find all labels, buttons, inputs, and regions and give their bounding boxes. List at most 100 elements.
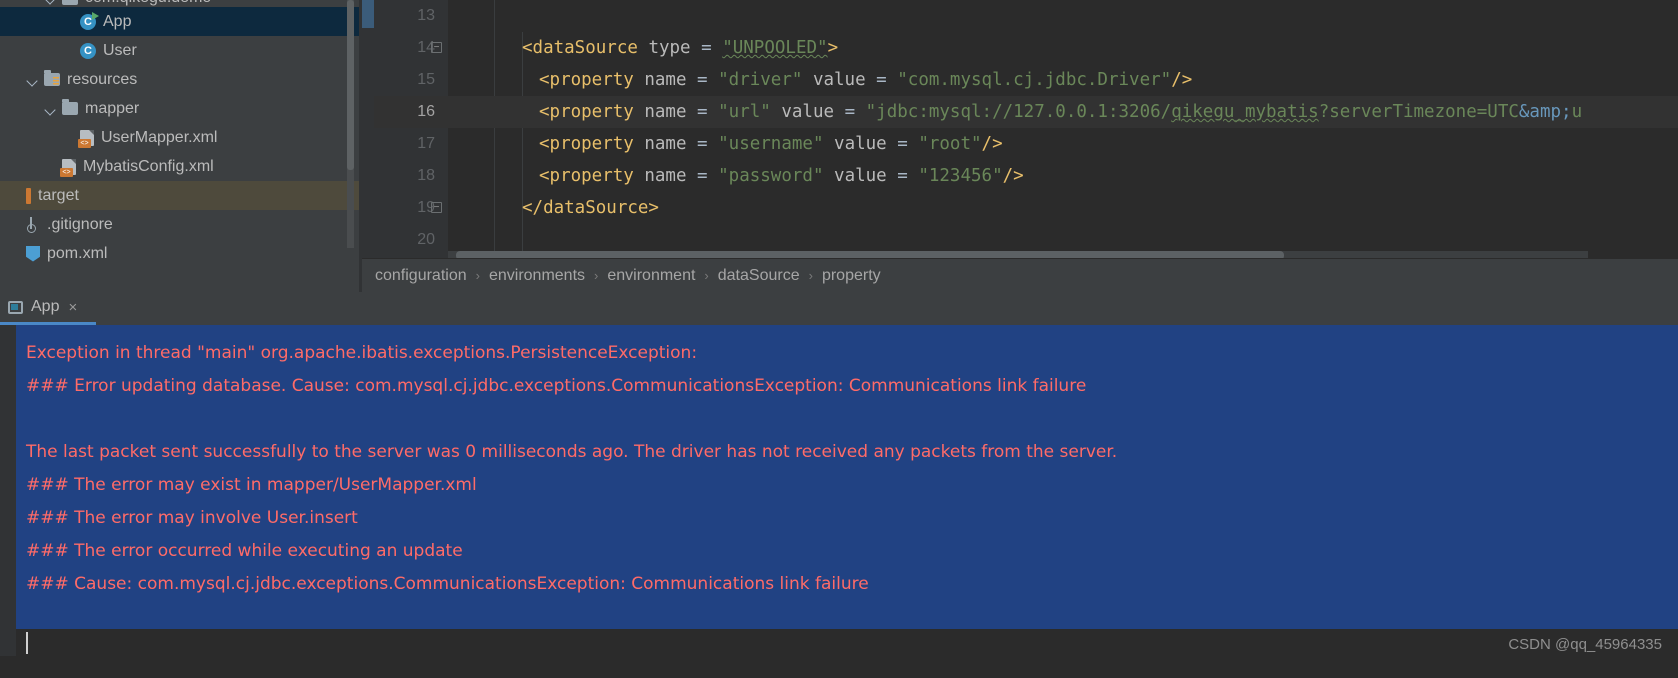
breadcrumb-separator-icon: ›	[704, 268, 709, 283]
line-number: 16	[417, 103, 435, 120]
tree-item-label: UserMapper.xml	[101, 129, 218, 146]
breadcrumb-item-property[interactable]: property	[822, 267, 881, 285]
breadcrumb-item-dataSource[interactable]: dataSource	[718, 267, 800, 285]
code-line-16[interactable]: <property name = "url" value = "jdbc:mys…	[448, 96, 1678, 128]
tree-item-label: com.qikegu.demo	[85, 0, 211, 7]
tree-item-mapper[interactable]: mapper	[0, 94, 362, 123]
code-token: />	[981, 134, 1003, 154]
tree-item-partial[interactable]	[0, 268, 362, 278]
tree-item-target[interactable]: target	[0, 181, 362, 210]
tab-label: App	[31, 298, 60, 315]
code-token: <property	[539, 134, 645, 154]
console-line-3: The last packet sent successfully to the…	[26, 442, 1118, 462]
line-number: 13	[417, 7, 435, 24]
code-token: qikegu_mybatis	[1171, 102, 1319, 122]
code-editor[interactable]: 13 14− 15 16 17 18 19− 20 <dataSource type = "U…	[362, 0, 1678, 292]
ide-window: com.qikegu.demoCAppCUser resources mapper U…	[0, 0, 1678, 678]
code-line-15[interactable]: <property name = "driver" value = "com.m…	[448, 64, 1678, 96]
tree-item-com-qikegu-demo[interactable]: com.qikegu.demo	[0, 0, 362, 7]
gutter-line-19[interactable]: 19−	[374, 192, 448, 224]
gutter-line-14[interactable]: 14−	[374, 32, 448, 64]
code-token: "password"	[718, 166, 835, 186]
chevron-down-icon[interactable]	[26, 73, 40, 87]
console-gutter	[0, 325, 16, 678]
gutter-line-16[interactable]: 16	[374, 96, 448, 128]
code-line-13[interactable]	[448, 0, 1678, 32]
code-token: value	[781, 102, 845, 122]
code-line-18[interactable]: <property name = "password" value = "123…	[448, 160, 1678, 192]
console-output[interactable]: Exception in thread "main" org.apache.ib…	[0, 325, 1678, 678]
tab-app[interactable]: App ×	[0, 292, 96, 325]
code-token: =	[697, 134, 719, 154]
fold-toggle-icon[interactable]: −	[431, 202, 442, 213]
gutter-line-18[interactable]: 18	[374, 160, 448, 192]
code-token: value	[834, 166, 898, 186]
gutter-line-17[interactable]: 17	[374, 128, 448, 160]
code-token: =	[697, 102, 719, 122]
tree-item-label: User	[103, 42, 137, 59]
tree-item-label: App	[103, 13, 132, 30]
git-file-icon	[26, 216, 40, 233]
code-token: "jdbc:mysql://127.0.0.1:3206/	[865, 102, 1172, 122]
editor-marker-bar[interactable]	[362, 0, 374, 258]
tree-item-label: resources	[67, 71, 138, 88]
code-token: <dataSource	[522, 38, 649, 58]
breadcrumb[interactable]: configuration › environments › environment › d…	[362, 258, 1678, 292]
tree-item-user[interactable]: C User	[0, 36, 362, 65]
console-lines: Exception in thread "main" org.apache.ib…	[26, 325, 1676, 601]
code-token: =	[876, 70, 898, 90]
console-line-6: ### The error occurred while executing a…	[26, 541, 463, 561]
code-token: "UNPOOLED"	[722, 38, 828, 58]
console-line-0: Exception in thread "main" org.apache.ib…	[26, 343, 698, 363]
fold-toggle-icon[interactable]: −	[431, 42, 442, 53]
code-token: <property	[539, 102, 645, 122]
console-line-2	[26, 403, 1676, 436]
watermark: CSDN @qq_45964335	[1508, 636, 1662, 653]
project-tree-rows: com.qikegu.demoCAppCUser resources mapper U…	[0, 0, 362, 278]
code-line-17[interactable]: <property name = "username" value = "roo…	[448, 128, 1678, 160]
breadcrumb-item-environments[interactable]: environments	[489, 267, 585, 285]
tree-item-label: .gitignore	[47, 216, 113, 233]
editor-code-area[interactable]: <dataSource type = "UNPOOLED"> <property …	[448, 0, 1678, 258]
chevron-down-icon[interactable]	[44, 0, 58, 5]
gutter-line-13[interactable]: 13	[374, 0, 448, 32]
tree-item-resources[interactable]: resources	[0, 65, 362, 94]
project-tree-scrollbar[interactable]	[347, 0, 354, 248]
code-line-14[interactable]: <dataSource type = "UNPOOLED">	[448, 32, 1678, 64]
code-token: "driver"	[718, 70, 813, 90]
xml-file-icon	[78, 129, 94, 148]
gutter-line-20[interactable]: 20	[374, 224, 448, 256]
project-tree-panel[interactable]: com.qikegu.demoCAppCUser resources mapper U…	[0, 0, 362, 292]
code-token: name	[644, 166, 698, 186]
console-line-5: ### The error may involve User.insert	[26, 508, 358, 528]
line-number: 18	[417, 167, 435, 184]
console-line-7: ### Cause: com.mysql.cj.jdbc.exceptions.…	[26, 574, 869, 594]
code-line-19[interactable]: </dataSource>	[448, 192, 1678, 224]
code-token: </dataSource>	[522, 198, 659, 218]
top-region: com.qikegu.demoCAppCUser resources mapper U…	[0, 0, 1678, 292]
line-number: 20	[417, 231, 435, 248]
maven-file-icon	[26, 245, 40, 262]
chevron-down-icon[interactable]	[44, 102, 58, 116]
console-tab-bar: App ×	[0, 292, 1678, 325]
code-token: =	[701, 38, 723, 58]
tree-item-label: pom.xml	[47, 245, 108, 262]
tree-item-app[interactable]: C App	[0, 7, 362, 36]
code-token: <property	[539, 166, 645, 186]
code-token: name	[644, 70, 698, 90]
code-token: value	[812, 70, 877, 90]
code-token: "username"	[718, 134, 835, 154]
resources-folder-icon	[44, 70, 60, 86]
tree-item-mybatisconfig-xml[interactable]: MybatisConfig.xml	[0, 152, 362, 181]
folder-icon	[62, 99, 78, 115]
tree-item-usermapper-xml[interactable]: UserMapper.xml	[0, 123, 362, 152]
tree-item-pom-xml[interactable]: pom.xml	[0, 239, 362, 268]
tree-item--gitignore[interactable]: .gitignore	[0, 210, 362, 239]
code-token: =	[897, 166, 919, 186]
close-icon[interactable]: ×	[68, 300, 77, 315]
gutter-line-15[interactable]: 15	[374, 64, 448, 96]
code-token: >	[827, 38, 839, 58]
editor-gutter[interactable]: 13 14− 15 16 17 18 19− 20	[374, 0, 448, 258]
breadcrumb-item-configuration[interactable]: configuration	[375, 267, 467, 285]
breadcrumb-item-environment[interactable]: environment	[607, 267, 695, 285]
